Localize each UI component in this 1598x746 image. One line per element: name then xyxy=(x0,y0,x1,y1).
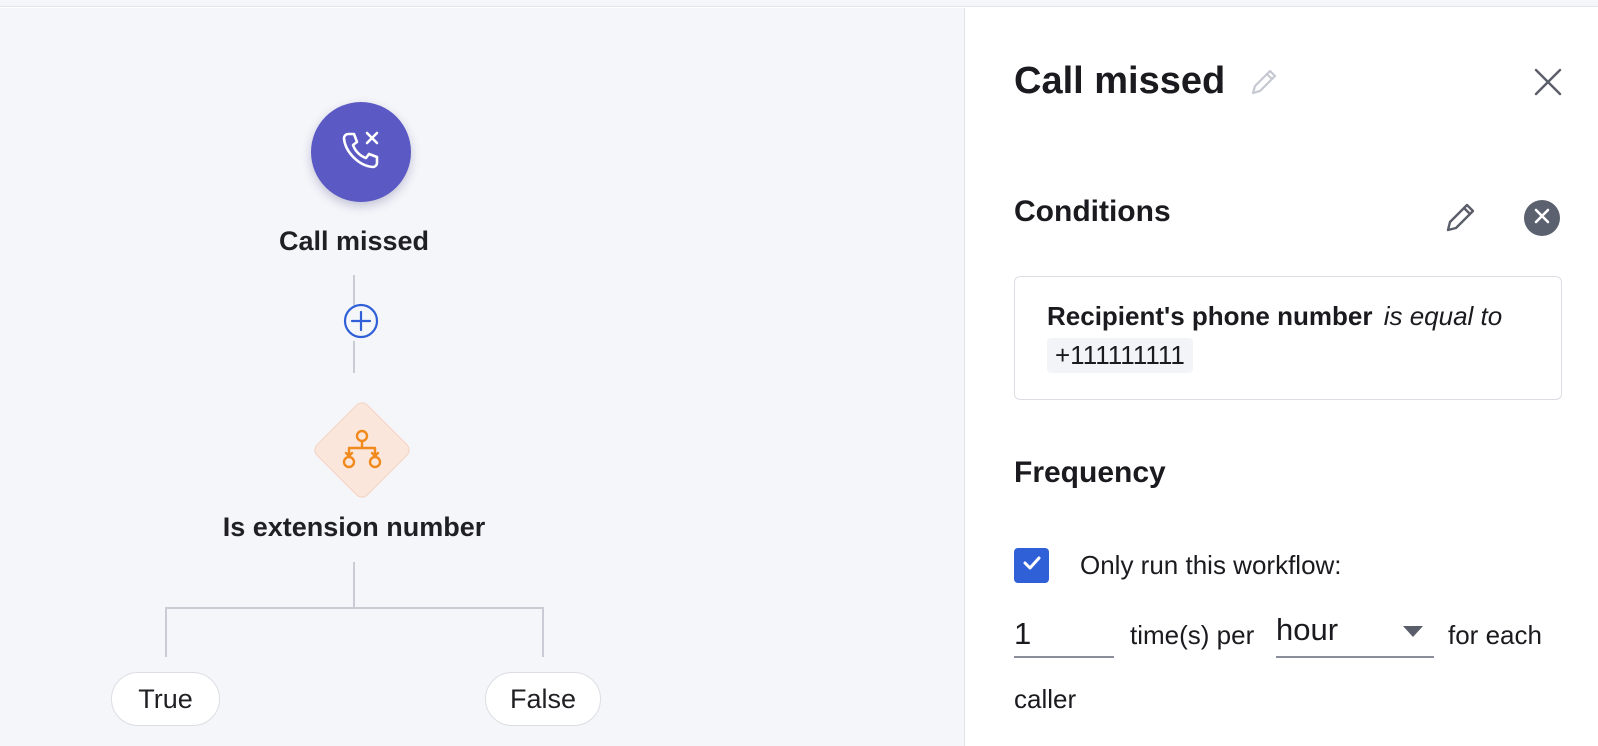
top-border xyxy=(0,0,1598,7)
condition-field: Recipient's phone number xyxy=(1047,301,1373,331)
condition-value: +111111111 xyxy=(1047,338,1193,373)
close-panel-button[interactable] xyxy=(1528,64,1568,104)
pencil-icon xyxy=(1443,199,1479,240)
close-icon xyxy=(1533,67,1563,102)
branch-line xyxy=(165,607,543,609)
condition-node-label: Is extension number xyxy=(222,512,486,542)
connector-line xyxy=(353,275,355,305)
workflow-canvas[interactable] xyxy=(0,8,965,746)
edit-title-button[interactable] xyxy=(1244,64,1284,104)
conditions-heading: Conditions xyxy=(1014,195,1171,228)
connector-line xyxy=(165,607,167,657)
remove-conditions-button[interactable] xyxy=(1524,200,1560,236)
plus-circle-icon xyxy=(343,303,379,344)
phone-missed-icon xyxy=(336,125,386,180)
condition-operator: is equal to xyxy=(1383,301,1503,331)
period-value: hour xyxy=(1276,612,1339,647)
run-count-input[interactable] xyxy=(1014,612,1114,658)
connector-line xyxy=(353,341,355,373)
close-circle-icon xyxy=(1533,207,1551,230)
edit-conditions-button[interactable] xyxy=(1440,198,1482,240)
connector-line xyxy=(542,607,544,657)
only-run-label: Only run this workflow: xyxy=(1080,550,1342,580)
trigger-node[interactable] xyxy=(311,102,411,202)
only-run-checkbox[interactable] xyxy=(1014,548,1049,583)
period-select[interactable]: hour xyxy=(1276,610,1434,658)
branch-false[interactable]: False xyxy=(485,672,601,726)
pencil-icon xyxy=(1247,65,1281,104)
trigger-node-label: Call missed xyxy=(278,226,430,256)
branch-true[interactable]: True xyxy=(111,672,220,726)
condition-summary[interactable]: Recipient's phone number is equal to +11… xyxy=(1014,276,1562,400)
trigger-settings-panel: Call missed Conditions Recipient's phone… xyxy=(966,8,1598,746)
caret-down-icon xyxy=(1402,624,1424,643)
frequency-heading: Frequency xyxy=(1014,456,1166,489)
frequency-target: caller xyxy=(1014,684,1077,714)
per-label: time(s) per xyxy=(1130,620,1255,650)
connector-line xyxy=(353,562,355,608)
panel-title: Call missed xyxy=(1014,60,1226,102)
for-each-label: for each xyxy=(1448,620,1542,650)
checkmark-icon xyxy=(1021,552,1043,579)
add-step-button[interactable] xyxy=(343,303,379,344)
